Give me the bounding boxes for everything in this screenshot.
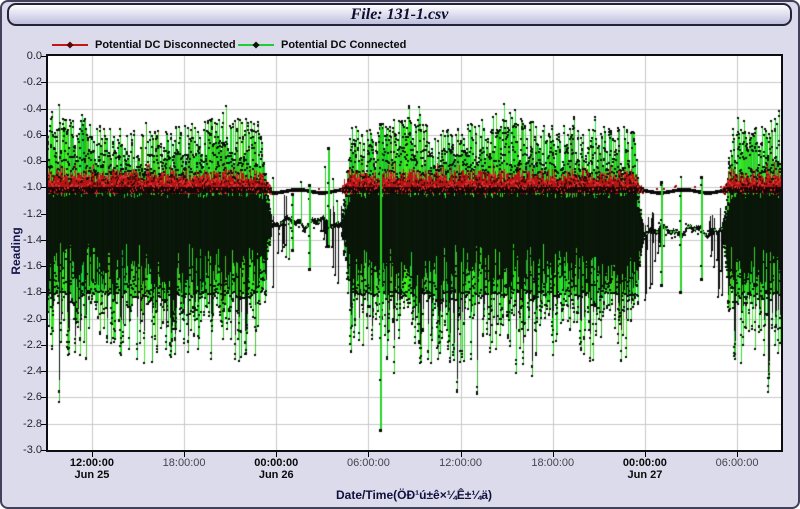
y-tick-mark xyxy=(41,371,46,372)
chart-title: File: 131-1.csv xyxy=(351,6,449,24)
y-tick-label: -0.4 xyxy=(4,103,42,115)
title-bar: File: 131-1.csv xyxy=(7,3,792,26)
legend-item-disconnected[interactable]: Potential DC Disconnected xyxy=(52,38,236,52)
y-tick-label: 0.0 xyxy=(4,50,42,62)
y-tick-mark xyxy=(41,82,46,83)
y-tick-label: -1.2 xyxy=(4,208,42,220)
y-tick-mark xyxy=(41,319,46,320)
y-tick-mark xyxy=(41,109,46,110)
x-tick-label: 00:00:00Jun 27 xyxy=(623,457,667,481)
y-tick-mark xyxy=(41,345,46,346)
x-tick-label: 12:00:00 xyxy=(439,457,482,469)
y-tick-label: -0.6 xyxy=(4,129,42,141)
y-tick-mark xyxy=(41,161,46,162)
y-tick-mark xyxy=(41,266,46,267)
y-tick-label: -2.0 xyxy=(4,313,42,325)
x-tick-label: 12:00:00Jun 25 xyxy=(70,457,114,481)
y-tick-mark xyxy=(41,292,46,293)
legend-marker-disconnected-icon xyxy=(66,41,73,48)
y-tick-mark xyxy=(41,56,46,57)
y-tick-label: -1.6 xyxy=(4,260,42,272)
legend-label-disconnected: Potential DC Disconnected xyxy=(95,39,236,51)
y-tick-label: -2.4 xyxy=(4,365,42,377)
x-tick-label: 00:00:00Jun 26 xyxy=(254,457,298,481)
legend-line-disconnected xyxy=(52,44,88,46)
y-tick-label: -1.8 xyxy=(4,286,42,298)
y-tick-mark xyxy=(41,424,46,425)
x-tick-label: 06:00:00 xyxy=(716,457,759,469)
y-tick-mark xyxy=(41,135,46,136)
legend-marker-connected-icon xyxy=(252,41,259,48)
y-tick-mark xyxy=(41,397,46,398)
y-tick-label: -1.0 xyxy=(4,181,42,193)
y-tick-label: -2.2 xyxy=(4,339,42,351)
x-tick-label: 06:00:00 xyxy=(347,457,390,469)
y-tick-label: -3.0 xyxy=(4,444,42,456)
y-tick-label: -2.6 xyxy=(4,391,42,403)
legend-item-connected[interactable]: Potential DC Connected xyxy=(238,38,406,52)
x-axis-title: Date/Time(ÖÐ¹ú±ê×¼Ê±¼ä) xyxy=(336,488,492,502)
y-tick-label: -2.8 xyxy=(4,418,42,430)
y-tick-mark xyxy=(41,240,46,241)
legend-label-connected: Potential DC Connected xyxy=(281,39,406,51)
y-tick-label: -1.4 xyxy=(4,234,42,246)
legend-line-connected xyxy=(238,44,274,46)
y-tick-label: -0.8 xyxy=(4,155,42,167)
x-tick-label: 18:00:00 xyxy=(531,457,574,469)
chart-window: File: 131-1.csv Potential DC Disconnecte… xyxy=(0,0,800,509)
y-tick-mark xyxy=(41,450,46,451)
plot-area[interactable] xyxy=(46,54,783,452)
x-tick-label: 18:00:00 xyxy=(163,457,206,469)
y-tick-label: -0.2 xyxy=(4,76,42,88)
y-tick-mark xyxy=(41,187,46,188)
y-tick-mark xyxy=(41,214,46,215)
